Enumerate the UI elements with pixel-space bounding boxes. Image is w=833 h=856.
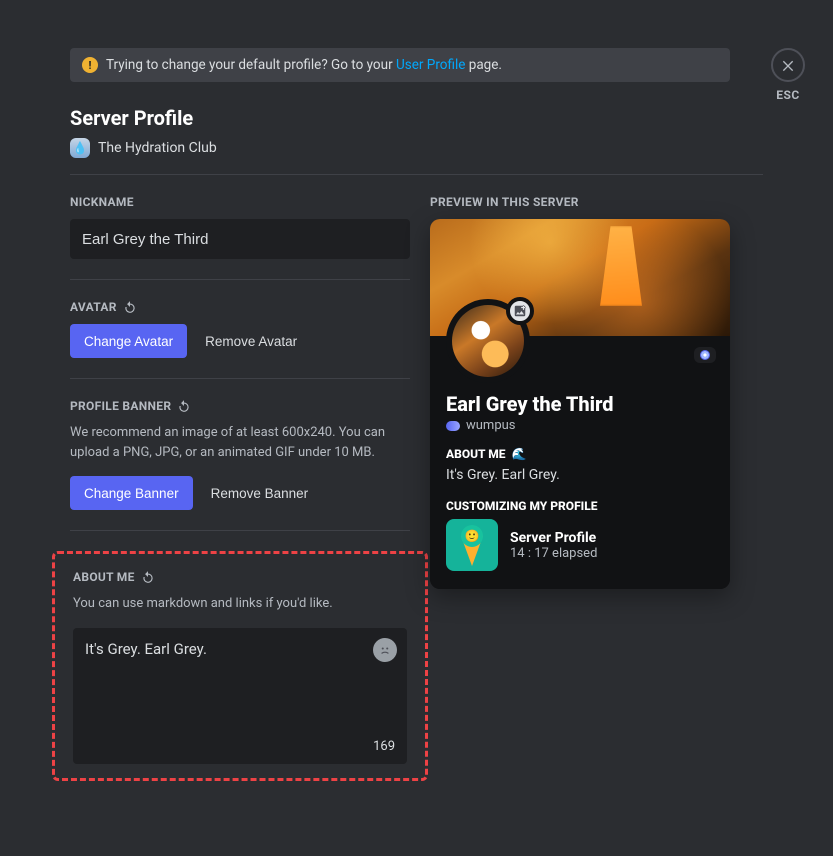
notice-text: Trying to change your default profile? G… xyxy=(106,57,502,73)
server-icon: 💧 xyxy=(70,138,90,158)
reset-icon xyxy=(177,399,191,413)
image-add-icon xyxy=(513,304,527,318)
preview-display-name: Earl Grey the Third xyxy=(446,392,714,416)
reset-icon xyxy=(141,570,155,584)
page-title: Server Profile xyxy=(70,106,763,130)
remove-avatar-button[interactable]: Remove Avatar xyxy=(201,328,301,355)
divider xyxy=(70,174,763,175)
emoji-icon xyxy=(376,641,394,659)
close-label: ESC xyxy=(776,88,800,102)
change-avatar-button[interactable]: Change Avatar xyxy=(70,324,187,358)
change-banner-button[interactable]: Change Banner xyxy=(70,476,193,510)
nitro-badge xyxy=(694,347,716,363)
about-textarea-container: 169 xyxy=(73,628,407,764)
edit-avatar-button[interactable] xyxy=(506,297,534,325)
activity-icon: 🙂 xyxy=(446,519,498,571)
bot-icon xyxy=(446,421,460,431)
pencil-face-icon: 🙂 xyxy=(461,525,483,547)
remove-banner-button[interactable]: Remove Banner xyxy=(207,480,313,507)
about-me-highlight: ABOUT ME You can use markdown and links … xyxy=(52,551,428,781)
warning-icon: ! xyxy=(82,57,98,73)
preview-activity: 🙂 Server Profile 14 : 17 elapsed xyxy=(446,519,714,571)
user-profile-link[interactable]: User Profile xyxy=(396,57,465,73)
reset-icon xyxy=(123,300,137,314)
notice-bar: ! Trying to change your default profile?… xyxy=(70,48,730,82)
divider xyxy=(70,378,410,379)
preview-card: Earl Grey the Third wumpus ABOUT ME 🌊 It… xyxy=(430,219,730,589)
divider xyxy=(70,279,410,280)
server-indicator: 💧 The Hydration Club xyxy=(70,138,763,158)
emoji-picker-button[interactable] xyxy=(373,638,397,662)
banner-helper: We recommend an image of at least 600x24… xyxy=(70,423,410,462)
divider xyxy=(70,530,410,531)
close-button[interactable] xyxy=(771,48,805,82)
preview-avatar-wrap xyxy=(446,299,530,383)
preview-about-text: It's Grey. Earl Grey. xyxy=(446,467,714,483)
about-label: ABOUT ME xyxy=(73,570,135,584)
nickname-label: NICKNAME xyxy=(70,195,410,209)
preview-activity-label: CUSTOMIZING MY PROFILE xyxy=(446,499,714,513)
activity-title: Server Profile xyxy=(510,530,597,546)
about-char-count: 169 xyxy=(373,739,395,754)
nickname-input[interactable] xyxy=(70,219,410,259)
server-name: The Hydration Club xyxy=(98,140,217,156)
preview-label: PREVIEW IN THIS SERVER xyxy=(430,195,730,209)
about-textarea[interactable] xyxy=(85,640,361,730)
banner-label: PROFILE BANNER xyxy=(70,399,171,413)
activity-elapsed: 14 : 17 elapsed xyxy=(510,546,597,561)
avatar-label: AVATAR xyxy=(70,300,117,314)
preview-handle: wumpus xyxy=(446,418,714,433)
about-helper: You can use markdown and links if you'd … xyxy=(73,594,407,614)
preview-about-label: ABOUT ME xyxy=(446,447,505,461)
water-emoji-icon: 🌊 xyxy=(511,447,526,461)
close-icon xyxy=(780,57,796,73)
